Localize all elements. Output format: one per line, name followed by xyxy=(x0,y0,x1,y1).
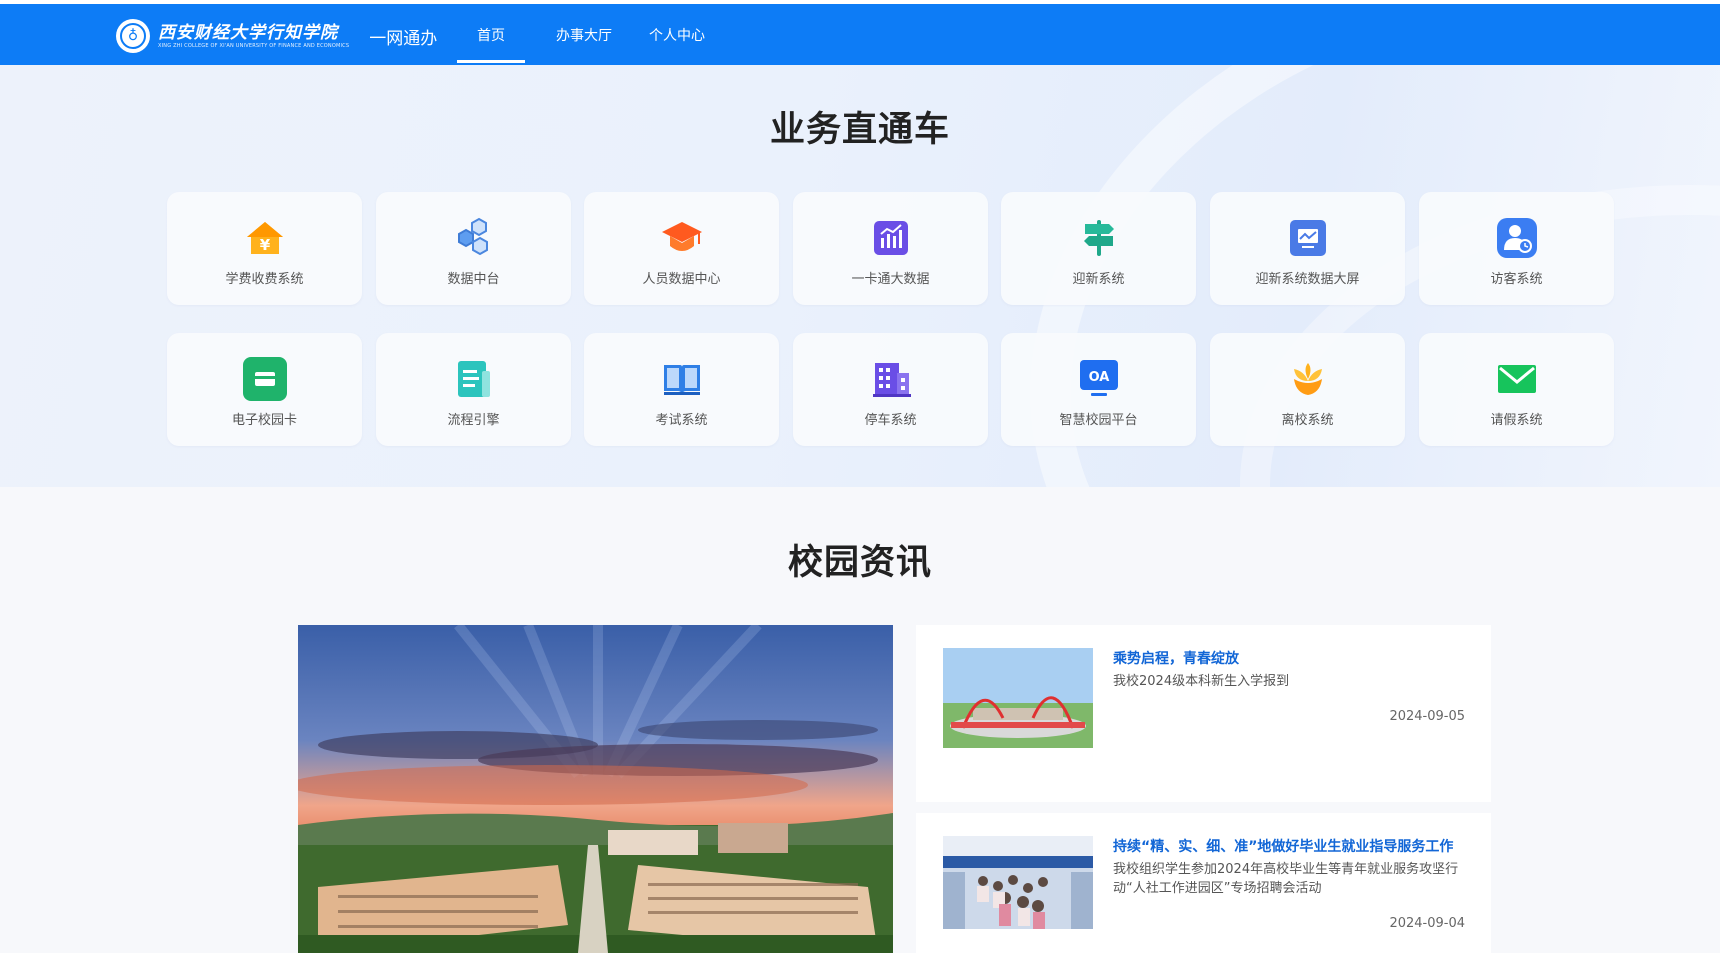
card-icon xyxy=(242,357,287,401)
service-tile-label: 智慧校园平台 xyxy=(1059,413,1138,428)
graduation-cap-icon xyxy=(660,216,704,260)
services-section-title: 业务直通车 xyxy=(769,110,950,150)
document-icon xyxy=(452,357,496,401)
news-thumbnail xyxy=(943,648,1093,748)
featured-campus-photo[interactable] xyxy=(298,625,893,953)
envelope-icon xyxy=(1495,357,1539,401)
service-tile-label: 停车系统 xyxy=(864,413,917,428)
service-tile-parking[interactable]: 停车系统 xyxy=(793,333,988,446)
top-navigation-bar: ♁ 西安财经大学行知学院 XING ZHI COLLEGE OF XI'AN U… xyxy=(0,0,1720,65)
service-tile-label: 人员数据中心 xyxy=(642,272,721,287)
college-logo: 西安财经大学行知学院 XING ZHI COLLEGE OF XI'AN UNI… xyxy=(158,23,349,50)
service-tile-leave-request[interactable]: 请假系统 xyxy=(1419,333,1614,446)
service-tile-ecard[interactable]: 电子校园卡 xyxy=(167,333,362,446)
news-item[interactable]: 乘势启程，青春绽放 我校2024级本科新生入学报到 2024-09-05 xyxy=(916,625,1491,802)
oa-icon: OA xyxy=(1077,357,1121,401)
main-nav: 首页 办事大厅 个人中心 xyxy=(457,4,711,65)
news-thumbnail xyxy=(943,836,1093,929)
news-title[interactable]: 持续“精、实、细、准”地做好毕业生就业指导服务工作 xyxy=(1113,836,1453,856)
service-tile-data-platform[interactable]: 数据中台 xyxy=(376,192,571,305)
service-tile-workflow[interactable]: 流程引擎 xyxy=(376,333,571,446)
visitor-icon xyxy=(1495,216,1539,260)
book-icon xyxy=(660,357,704,401)
service-tile-label: 学费收费系统 xyxy=(225,272,304,287)
service-tile-label: 请假系统 xyxy=(1490,413,1543,428)
college-emblem-icon: ♁ xyxy=(116,19,150,53)
bar-chart-icon xyxy=(869,216,913,260)
nav-item-home[interactable]: 首页 xyxy=(457,4,525,65)
college-logo-text: 西安财经大学行知学院 xyxy=(158,22,338,43)
signpost-icon xyxy=(1077,216,1121,260)
service-tile-label: 访客系统 xyxy=(1490,272,1543,287)
service-tile-label: 迎新系统 xyxy=(1072,272,1125,287)
svg-text:OA: OA xyxy=(1088,370,1109,385)
hexagons-icon xyxy=(452,216,496,260)
service-tile-personnel-data[interactable]: 人员数据中心 xyxy=(584,192,779,305)
service-tile-leaving[interactable]: 离校系统 xyxy=(1210,333,1405,446)
service-tile-label: 数据中台 xyxy=(447,272,500,287)
flower-icon xyxy=(1286,357,1330,401)
news-description: 我校2024级本科新生入学报到 xyxy=(1113,674,1290,689)
nav-item-personal-center[interactable]: 个人中心 xyxy=(643,4,711,65)
service-tile-card-bigdata[interactable]: 一卡通大数据 xyxy=(793,192,988,305)
service-tile-label: 流程引擎 xyxy=(447,413,500,428)
tuition-house-icon: ¥ xyxy=(243,216,287,260)
news-title[interactable]: 乘势启程，青春绽放 xyxy=(1113,648,1239,668)
service-tile-tuition[interactable]: ¥ 学费收费系统 xyxy=(167,192,362,305)
building-icon xyxy=(869,357,913,401)
brand[interactable]: ♁ 西安财经大学行知学院 XING ZHI COLLEGE OF XI'AN U… xyxy=(116,18,437,54)
service-tile-label: 离校系统 xyxy=(1281,413,1334,428)
service-tile-label: 电子校园卡 xyxy=(231,413,297,428)
portal-name: 一网通办 xyxy=(369,28,438,49)
svg-text:¥: ¥ xyxy=(259,236,270,254)
news-item[interactable]: 持续“精、实、细、准”地做好毕业生就业指导服务工作 我校组织学生参加2024年高… xyxy=(916,813,1491,953)
college-logo-subtext: XING ZHI COLLEGE OF XI'AN UNIVERSITY OF … xyxy=(158,42,350,49)
service-tile-label: 迎新系统数据大屏 xyxy=(1255,272,1360,287)
news-description: 我校组织学生参加2024年高校毕业生等青年就业服务攻坚行动“人社工作进园区”专场… xyxy=(1113,862,1459,896)
service-tile-smart-campus[interactable]: OA 智慧校园平台 xyxy=(1001,333,1196,446)
service-tile-visitor[interactable]: 访客系统 xyxy=(1419,192,1614,305)
service-tile-label: 一卡通大数据 xyxy=(851,272,930,287)
news-section-title: 校园资讯 xyxy=(787,543,932,583)
service-tile-freshman-dashboard[interactable]: 迎新系统数据大屏 xyxy=(1210,192,1405,305)
service-tile-label: 考试系统 xyxy=(655,413,708,428)
service-tile-exam[interactable]: 考试系统 xyxy=(584,333,779,446)
monitor-icon xyxy=(1286,216,1330,260)
news-date: 2024-09-04 xyxy=(1389,916,1465,931)
service-tile-freshman[interactable]: 迎新系统 xyxy=(1001,192,1196,305)
nav-item-service-hall[interactable]: 办事大厅 xyxy=(550,4,618,65)
news-date: 2024-09-05 xyxy=(1389,709,1465,724)
